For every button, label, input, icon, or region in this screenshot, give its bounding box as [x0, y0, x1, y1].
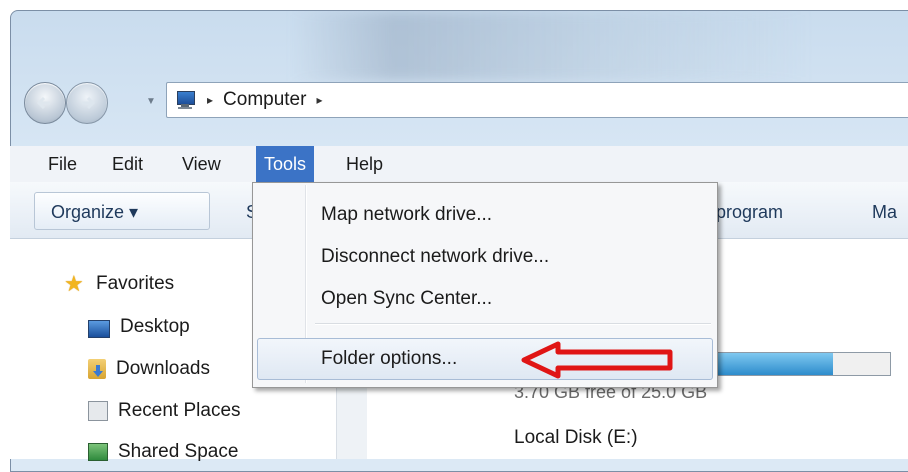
back-arrow-icon	[36, 96, 50, 110]
nav-item-desktop[interactable]: Desktop	[88, 312, 190, 342]
menu-item-disconnect-network-drive[interactable]: Disconnect network drive...	[321, 239, 549, 275]
toolbar-button-partial[interactable]: program	[716, 193, 783, 231]
breadcrumb-arrow-icon[interactable]: ▸	[207, 93, 213, 107]
organize-button[interactable]: Organize ▾	[34, 192, 210, 230]
star-icon: ★	[64, 271, 84, 296]
computer-icon	[173, 90, 197, 110]
toolbar-button-partial[interactable]: Ma	[872, 193, 897, 231]
desktop-icon	[88, 319, 110, 338]
drive-label-local-disk-e[interactable]: Local Disk (E:)	[514, 427, 638, 449]
shared-space-icon	[88, 443, 108, 461]
recent-pages-dropdown-icon[interactable]: ▼	[146, 96, 156, 107]
nav-item-label: Favorites	[96, 273, 175, 294]
nav-item-label: Desktop	[120, 316, 190, 337]
breadcrumb-arrow-icon[interactable]: ▸	[316, 93, 322, 107]
nav-item-label: Shared Space	[118, 441, 239, 462]
menu-tools[interactable]: Tools	[256, 146, 315, 182]
address-bar[interactable]: ▸ Computer ▸	[166, 82, 908, 118]
nav-item-label: Downloads	[116, 358, 210, 379]
menu-view[interactable]: View	[174, 146, 229, 182]
forward-arrow-icon	[82, 96, 96, 110]
nav-item-recent-places[interactable]: Recent Places	[88, 396, 241, 426]
breadcrumb-computer[interactable]: Computer	[223, 89, 306, 111]
forward-button[interactable]	[66, 82, 108, 124]
menu-bar: File Edit View Tools Help	[10, 146, 908, 183]
menu-item-folder-options[interactable]: Folder options...	[321, 341, 457, 377]
menu-help[interactable]: Help	[338, 146, 391, 182]
background-blur	[291, 11, 811, 81]
red-arrow-annotation	[521, 341, 673, 379]
nav-item-shared-space[interactable]: Shared Space	[88, 437, 238, 467]
menu-file[interactable]: File	[40, 146, 85, 182]
nav-favorites[interactable]: ★ Favorites	[64, 269, 174, 299]
back-button[interactable]	[24, 82, 66, 124]
menu-edit[interactable]: Edit	[104, 146, 151, 182]
recent-places-icon	[88, 401, 108, 421]
downloads-icon	[88, 359, 106, 379]
nav-item-label: Recent Places	[118, 400, 241, 421]
menu-item-map-network-drive[interactable]: Map network drive...	[321, 197, 492, 233]
nav-item-downloads[interactable]: Downloads	[88, 354, 210, 384]
menu-item-open-sync-center[interactable]: Open Sync Center...	[321, 281, 492, 317]
menu-separator	[315, 323, 711, 325]
